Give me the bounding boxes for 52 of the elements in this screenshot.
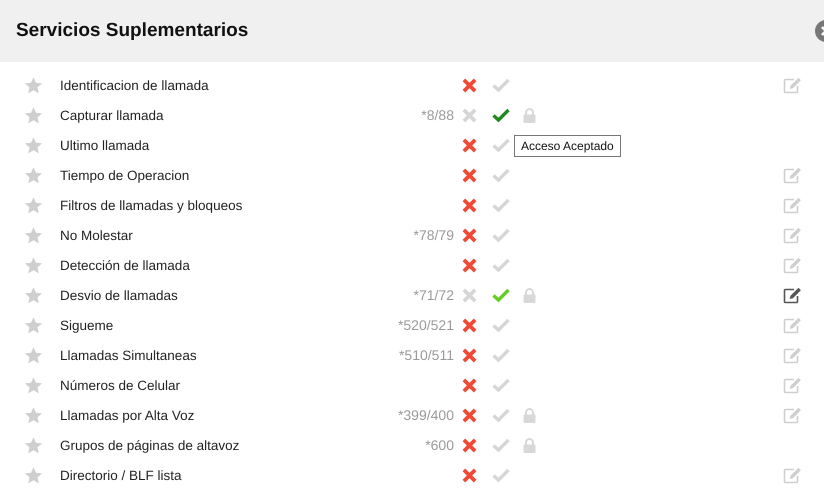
cross-icon[interactable] [462, 138, 477, 152]
cross-icon[interactable] [462, 468, 477, 482]
service-code: *71/72 [414, 287, 455, 303]
check-icon[interactable] [492, 288, 510, 302]
service-name: Grupos de páginas de altavoz [60, 438, 240, 452]
service-name: Detección de llamada [60, 258, 191, 272]
star-icon[interactable] [24, 76, 43, 94]
star-icon[interactable] [24, 106, 43, 124]
service-name: Números de Celular [60, 378, 182, 392]
service-name: Directorio / BLF lista [60, 468, 183, 482]
service-name: Filtros de llamadas y bloqueos [60, 198, 244, 212]
cross-icon[interactable] [462, 438, 477, 452]
service-name: No Molestar [60, 228, 134, 242]
star-icon[interactable] [24, 226, 43, 244]
cross-icon[interactable] [462, 198, 477, 212]
service-code: *78/79 [414, 227, 455, 243]
star-icon[interactable] [24, 166, 43, 184]
star-icon[interactable] [24, 256, 43, 274]
service-name: Llamadas Simultaneas [60, 348, 198, 362]
star-icon[interactable] [24, 136, 43, 154]
cross-icon[interactable] [462, 168, 477, 182]
star-icon[interactable] [24, 436, 43, 454]
service-name: Ultimo llamada [60, 138, 150, 152]
service-code: *399/400 [398, 407, 455, 423]
star-icon[interactable] [24, 406, 43, 424]
service-name: Llamadas por Alta Voz [60, 408, 196, 422]
cross-icon[interactable] [462, 348, 477, 362]
service-name: Identificacion de llamada [60, 78, 210, 92]
star-icon[interactable] [24, 286, 43, 304]
star-icon[interactable] [24, 466, 43, 484]
service-name: Tiempo de Operacion [60, 168, 190, 182]
cross-icon[interactable] [462, 318, 477, 332]
service-name: Sigueme [60, 318, 114, 332]
service-code: *520/521 [398, 317, 455, 333]
page-title: Servicios Suplementarios [16, 20, 248, 42]
service-name: Desvio de llamadas [60, 288, 179, 302]
service-code: *600 [425, 437, 455, 453]
cross-icon[interactable] [462, 78, 477, 92]
star-icon[interactable] [24, 196, 43, 214]
check-icon[interactable] [492, 108, 510, 122]
cross-icon[interactable] [462, 258, 477, 272]
service-code: *510/511 [398, 347, 455, 363]
star-icon[interactable] [24, 346, 43, 364]
star-icon[interactable] [24, 316, 43, 334]
cross-icon[interactable] [462, 378, 477, 392]
service-code: *8/88 [421, 107, 455, 123]
cross-icon[interactable] [462, 228, 477, 242]
edit-icon[interactable] [783, 286, 802, 304]
star-icon[interactable] [24, 376, 43, 394]
tooltip: Acceso Aceptado [514, 135, 621, 157]
cross-icon[interactable] [462, 408, 477, 422]
service-name: Capturar llamada [60, 108, 165, 122]
